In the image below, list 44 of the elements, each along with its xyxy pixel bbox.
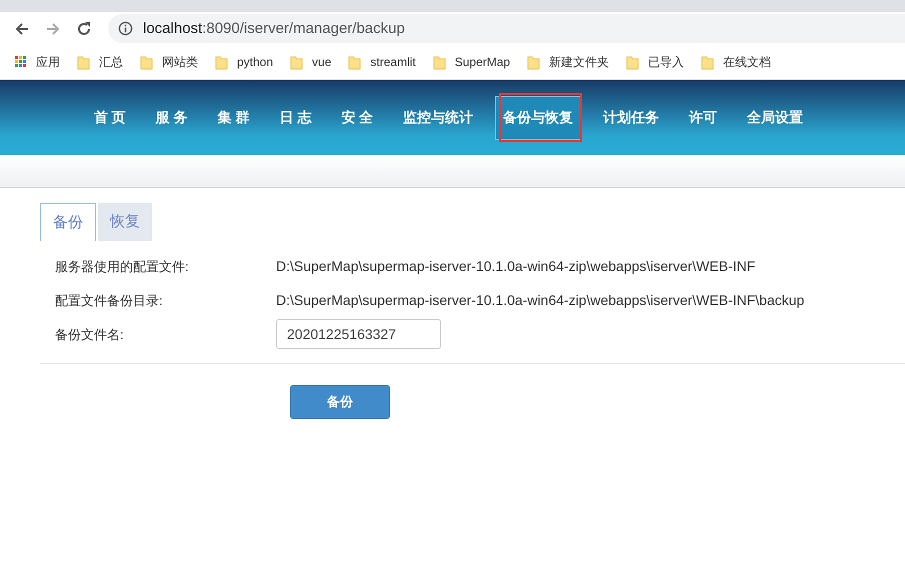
folder-icon	[432, 54, 446, 70]
nav-item[interactable]: 首 页	[86, 96, 134, 140]
folder-icon	[626, 54, 640, 70]
nav-item[interactable]: 安 全	[333, 96, 382, 140]
field-label: 备份文件名:	[55, 326, 125, 344]
bookmark[interactable]: SuperMap	[432, 54, 510, 70]
nav-item[interactable]: 许可	[681, 96, 726, 140]
bookmark[interactable]: streamlit	[348, 54, 416, 70]
back-icon[interactable]	[14, 20, 30, 36]
apps-icon	[15, 56, 27, 68]
field-label: 服务器使用的配置文件:	[55, 258, 190, 276]
nav-item[interactable]: 计划任务	[595, 96, 668, 140]
nav-item[interactable]: 备份与恢复	[495, 96, 582, 140]
nav-item[interactable]: 全局设置	[739, 96, 812, 140]
folder-icon	[290, 54, 304, 70]
bookmark[interactable]: 汇总	[77, 54, 123, 70]
url-text: localhost:8090/iserver/manager/backup	[143, 20, 405, 37]
bookmark[interactable]: vue	[290, 54, 332, 70]
backup-button[interactable]: 备份	[290, 385, 390, 419]
reload-icon[interactable]	[76, 20, 92, 36]
folder-icon	[701, 54, 714, 70]
bookmark[interactable]: 已导入	[626, 54, 684, 70]
nav-item[interactable]: 服 务	[148, 96, 196, 140]
folder-icon	[77, 54, 90, 70]
folder-icon	[215, 54, 228, 70]
folder-icon	[348, 54, 362, 70]
address-bar[interactable]: localhost:8090/iserver/manager/backup	[108, 14, 905, 43]
bookmark[interactable]: 在线文档	[701, 54, 772, 70]
bookmark[interactable]: 应用	[15, 54, 60, 70]
nav-item[interactable]: 集 群	[210, 96, 258, 140]
field-value: D:\SuperMap\supermap-iserver-10.1.0a-win64-zip\webapps\iserver\WEB-INF	[276, 258, 756, 274]
field-value: D:\SuperMap\supermap-iserver-10.1.0a-win64-zip\webapps\iserver\WEB-INF\backup	[276, 292, 804, 308]
folder-icon	[140, 54, 153, 70]
input-field[interactable]: 20201225163327	[276, 319, 441, 349]
field-label: 配置文件备份目录:	[55, 292, 164, 310]
tab[interactable]: 恢复	[98, 203, 152, 241]
bookmark[interactable]: python	[215, 54, 274, 70]
nav-item[interactable]: 监控与统计	[395, 96, 482, 140]
folder-icon	[527, 54, 540, 70]
bookmark[interactable]: 新建文件夹	[527, 54, 610, 70]
nav-item[interactable]: 日 志	[271, 96, 320, 140]
info-icon[interactable]	[118, 21, 133, 36]
bookmark[interactable]: 网站类	[140, 54, 198, 70]
tab[interactable]: 备份	[40, 203, 96, 241]
